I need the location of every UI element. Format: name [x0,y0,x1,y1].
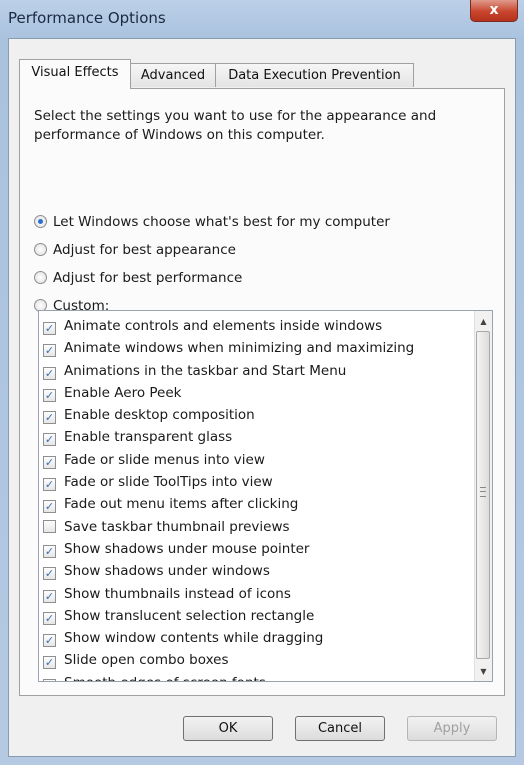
cancel-button[interactable]: Cancel [295,716,385,741]
list-item[interactable]: ✓ Show translucent selection rectangle [43,605,468,627]
description-text: Select the settings you want to use for … [34,108,437,143]
list-item-label: Show window contents while dragging [64,630,324,647]
list-item-label: Show shadows under mouse pointer [64,540,310,557]
window-title: Performance Options [8,9,166,27]
checkbox[interactable]: ✓ [43,500,56,514]
list-item-label: Show translucent selection rectangle [64,607,315,624]
checkbox[interactable]: ✓ [43,567,56,581]
list-item-label: Enable Aero Peek [64,384,182,401]
list-item[interactable]: ✓ Show shadows under windows [43,560,468,582]
list-item[interactable]: ✓ Fade or slide ToolTips into view [43,471,468,493]
radio-button-icon[interactable] [34,215,47,228]
radio-option[interactable]: Let Windows choose what's best for my co… [34,212,390,232]
list-item-label: Animate controls and elements inside win… [64,318,383,334]
list-item[interactable]: ✓ Slide open combo boxes [43,649,468,671]
effects-items: ✓ Animate controls and elements inside wi… [43,315,468,681]
list-item[interactable]: ✓ Smooth edges of screen fonts [43,672,468,681]
list-item-label: Animations in the taskbar and Start Menu [64,362,347,379]
radio-option-label: Adjust for best performance [53,270,243,286]
list-item[interactable]: ✓ Show shadows under mouse pointer [43,538,468,560]
list-item[interactable]: ✓ Enable desktop composition [43,404,468,426]
list-item[interactable]: ✓ Animate controls and elements inside wi… [43,315,468,337]
dialog-client-area: Visual Effects Advanced Data Execution P… [8,38,516,757]
checkbox[interactable]: ✓ [43,544,56,558]
checkbox[interactable]: ✓ [43,366,56,380]
checkbox[interactable]: ✓ [43,611,56,625]
tab-advanced[interactable]: Advanced [130,63,216,87]
checkbox[interactable]: ✓ [43,589,56,603]
checkbox[interactable]: ✓ [43,678,56,681]
checkbox[interactable]: ✓ [43,433,56,447]
list-item-label: Fade or slide menus into view [64,451,265,468]
list-item-label: Smooth edges of screen fonts [64,675,266,681]
list-item[interactable]: ✓ Fade or slide menus into view [43,449,468,471]
checkbox[interactable]: ✓ [43,411,56,425]
visual-effects-panel: Select the settings you want to use for … [19,88,505,696]
apply-button[interactable]: Apply [407,716,497,741]
list-item-label: Animate windows when minimizing and maxi… [64,340,415,357]
list-item[interactable]: ✓ Enable Aero Peek [43,382,468,404]
radio-option[interactable]: Adjust for best appearance [34,240,236,260]
radio-option-label: Adjust for best appearance [53,242,236,258]
checkbox[interactable] [43,519,56,533]
ok-button[interactable]: OK [183,716,273,741]
list-item-label: Save taskbar thumbnail previews [64,518,290,535]
list-item-label: Fade or slide ToolTips into view [64,474,273,491]
scroll-thumb[interactable] [476,331,490,659]
checkbox[interactable]: ✓ [43,478,56,492]
radio-button-icon[interactable] [34,243,47,256]
radio-button-icon[interactable] [34,271,47,284]
scroll-up-arrow-icon[interactable]: ▲ [475,313,492,330]
checkbox[interactable]: ✓ [43,634,56,648]
list-item[interactable]: ✓ Show thumbnails instead of icons [43,583,468,605]
tab-visual-effects[interactable]: Visual Effects [19,59,131,89]
title-bar[interactable]: Performance Options x [0,0,524,38]
list-item[interactable]: ✓ Animations in the taskbar and Start Men… [43,360,468,382]
close-button[interactable]: x [470,0,518,22]
grip-icon [480,487,486,497]
tab-data-execution-prevention[interactable]: Data Execution Prevention [215,63,414,87]
effects-list[interactable]: ✓ Animate controls and elements inside wi… [38,310,493,682]
list-item[interactable]: ✓ Show window contents while dragging [43,627,468,649]
effects-scrollbar[interactable]: ▲ ▼ [474,311,492,681]
scroll-down-arrow-icon[interactable]: ▼ [475,663,492,680]
checkbox[interactable]: ✓ [43,344,56,358]
list-item[interactable]: Save taskbar thumbnail previews [43,516,468,538]
checkbox[interactable]: ✓ [43,388,56,402]
checkbox[interactable]: ✓ [43,455,56,469]
radio-option[interactable]: Adjust for best performance [34,268,242,288]
list-item[interactable]: ✓ Fade out menu items after clicking [43,493,468,515]
list-item-label: Show shadows under windows [64,563,270,580]
list-item-label: Fade out menu items after clicking [64,496,299,513]
radio-option-label: Let Windows choose what's best for my co… [53,214,390,230]
checkbox[interactable]: ✓ [43,322,56,335]
list-item-label: Enable desktop composition [64,407,255,424]
checkbox[interactable]: ✓ [43,656,56,670]
list-item-label: Slide open combo boxes [64,652,229,669]
window-frame: Performance Options x Visual Effects Adv… [0,0,524,765]
list-item-label: Show thumbnails instead of icons [64,585,291,602]
list-item-label: Enable transparent glass [64,429,233,446]
list-item[interactable]: ✓ Animate windows when minimizing and max… [43,337,468,359]
list-item[interactable]: ✓ Enable transparent glass [43,426,468,448]
